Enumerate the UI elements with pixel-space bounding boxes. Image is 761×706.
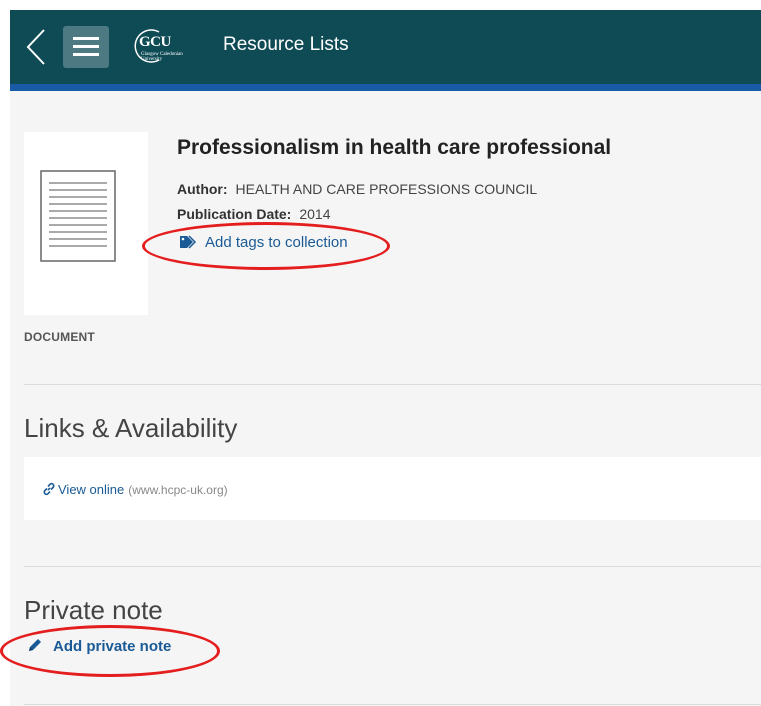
back-chevron-icon[interactable] <box>24 28 48 66</box>
resource-page: GCU Glasgow Caledonian University Resour… <box>10 10 761 706</box>
link-icon <box>43 482 55 496</box>
links-availability-heading: Links & Availability <box>24 413 238 443</box>
section-divider <box>24 704 761 705</box>
section-divider <box>24 384 761 385</box>
view-online-domain: (www.hcpc-uk.org) <box>128 483 228 497</box>
add-tags-label: Add tags to collection <box>205 234 348 251</box>
publication-date-row: Publication Date: 2014 <box>177 206 331 222</box>
publication-date-value: 2014 <box>299 206 331 222</box>
links-box: View online (www.hcpc-uk.org) <box>24 457 761 520</box>
document-icon <box>40 170 116 262</box>
section-divider <box>24 566 761 567</box>
hamburger-menu-icon[interactable] <box>63 26 109 68</box>
publication-date-label: Publication Date: <box>177 206 292 222</box>
tag-icon <box>180 235 197 249</box>
view-online-link[interactable]: View online (www.hcpc-uk.org) <box>42 482 228 497</box>
add-private-note-link[interactable]: Add private note <box>27 637 171 655</box>
document-thumbnail <box>24 132 148 315</box>
private-note-heading: Private note <box>24 595 163 625</box>
add-tags-link[interactable]: Add tags to collection <box>179 234 348 251</box>
resource-type-label: DOCUMENT <box>24 330 95 344</box>
add-private-note-label: Add private note <box>53 638 172 655</box>
logo-subtext: Glasgow Caledonian University <box>141 52 183 62</box>
logo-text: GCU <box>139 34 171 50</box>
gcu-logo[interactable]: GCU Glasgow Caledonian University <box>129 26 209 70</box>
resource-title: Professionalism in health care professio… <box>177 136 612 159</box>
pencil-icon <box>29 639 41 651</box>
author-value: HEALTH AND CARE PROFESSIONS COUNCIL <box>235 181 538 197</box>
author-label: Author: <box>177 181 228 197</box>
app-title: Resource Lists <box>223 34 349 55</box>
header-stripe <box>10 84 761 91</box>
author-row: Author: HEALTH AND CARE PROFESSIONS COUNC… <box>177 181 537 197</box>
view-online-label: View online <box>58 482 125 497</box>
app-header: GCU Glasgow Caledonian University Resour… <box>10 10 761 84</box>
